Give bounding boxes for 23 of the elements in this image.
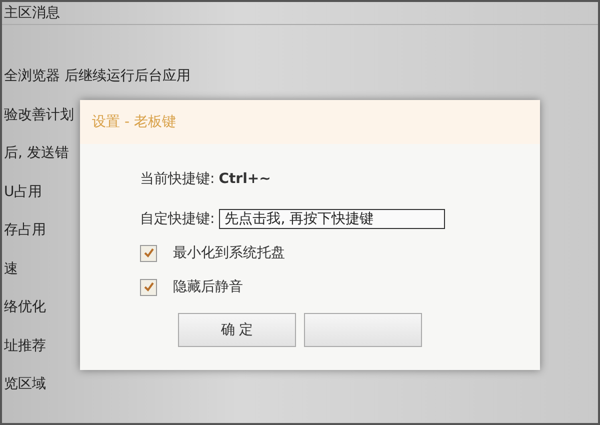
setting-label: 验改善计划 (4, 106, 74, 124)
checkbox-label: 最小化到系统托盘 (173, 244, 285, 262)
setting-label: 速 (4, 260, 18, 278)
checkbox[interactable] (140, 244, 157, 262)
dialog-title: 设置 - 老板键 (92, 113, 176, 131)
setting-label: 览区域 (4, 375, 46, 394)
check-icon (142, 247, 154, 259)
checkbox[interactable] (140, 278, 157, 296)
setting-label: U占用 (4, 182, 42, 201)
current-shortcut-value: Ctrl+~ (218, 171, 271, 187)
secondary-button[interactable] (304, 313, 422, 347)
setting-label: 后, 发送错 (4, 144, 69, 162)
custom-shortcut-label: 自定快捷键: (140, 210, 215, 228)
check-icon (142, 281, 154, 293)
current-shortcut-label: 当前快捷键: (140, 170, 215, 188)
setting-label: 存占用 (4, 221, 46, 240)
setting-label: 主区消息 (4, 4, 60, 22)
checkbox-label: 隐藏后静音 (173, 278, 243, 296)
ok-button[interactable]: 确 定 (178, 313, 296, 347)
setting-label: 全浏览器 后继续运行后台应用 (4, 67, 190, 86)
setting-label: 址推荐 (4, 336, 46, 355)
shortcut-input-field[interactable]: 先点击我, 再按下快捷键 (218, 209, 445, 229)
setting-label: 络优化 (4, 298, 46, 316)
